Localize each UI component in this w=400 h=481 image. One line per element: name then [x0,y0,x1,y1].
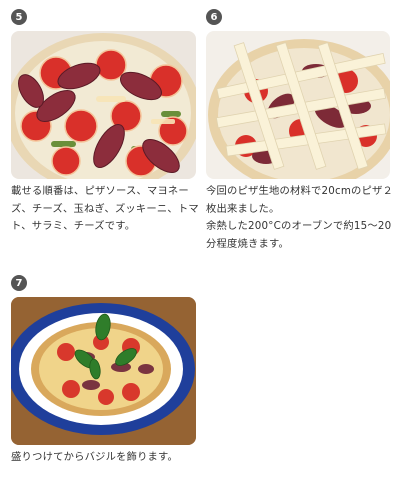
step-number-badge: 6 [206,9,222,25]
step-6-line-1: 今回のピザ生地の材料で20cmのピザ２枚出来ました。 [206,185,394,215]
step-number-badge: 5 [11,9,27,25]
step-number-badge: 7 [11,275,27,291]
step-6-description: 今回のピザ生地の材料で20cmのピザ２枚出来ました。 余熱した200°Cのオーブ… [206,183,394,253]
pizza-cheese-lattice-photo[interactable] [206,31,390,179]
step-7-description: 盛りつけてからバジルを飾ります。 [11,451,179,463]
step-5-description: 載せる順番は、ピザソース、マヨネーズ、チーズ、玉ねぎ、ズッキーニ、トマト、サラミ… [11,185,199,232]
step-6-line-2: 余熱した200°Cのオーブンで約15〜20分程度焼きます。 [206,220,392,250]
pizza-toppings-photo[interactable] [11,31,196,179]
baked-pizza-basil-photo[interactable] [11,297,196,445]
